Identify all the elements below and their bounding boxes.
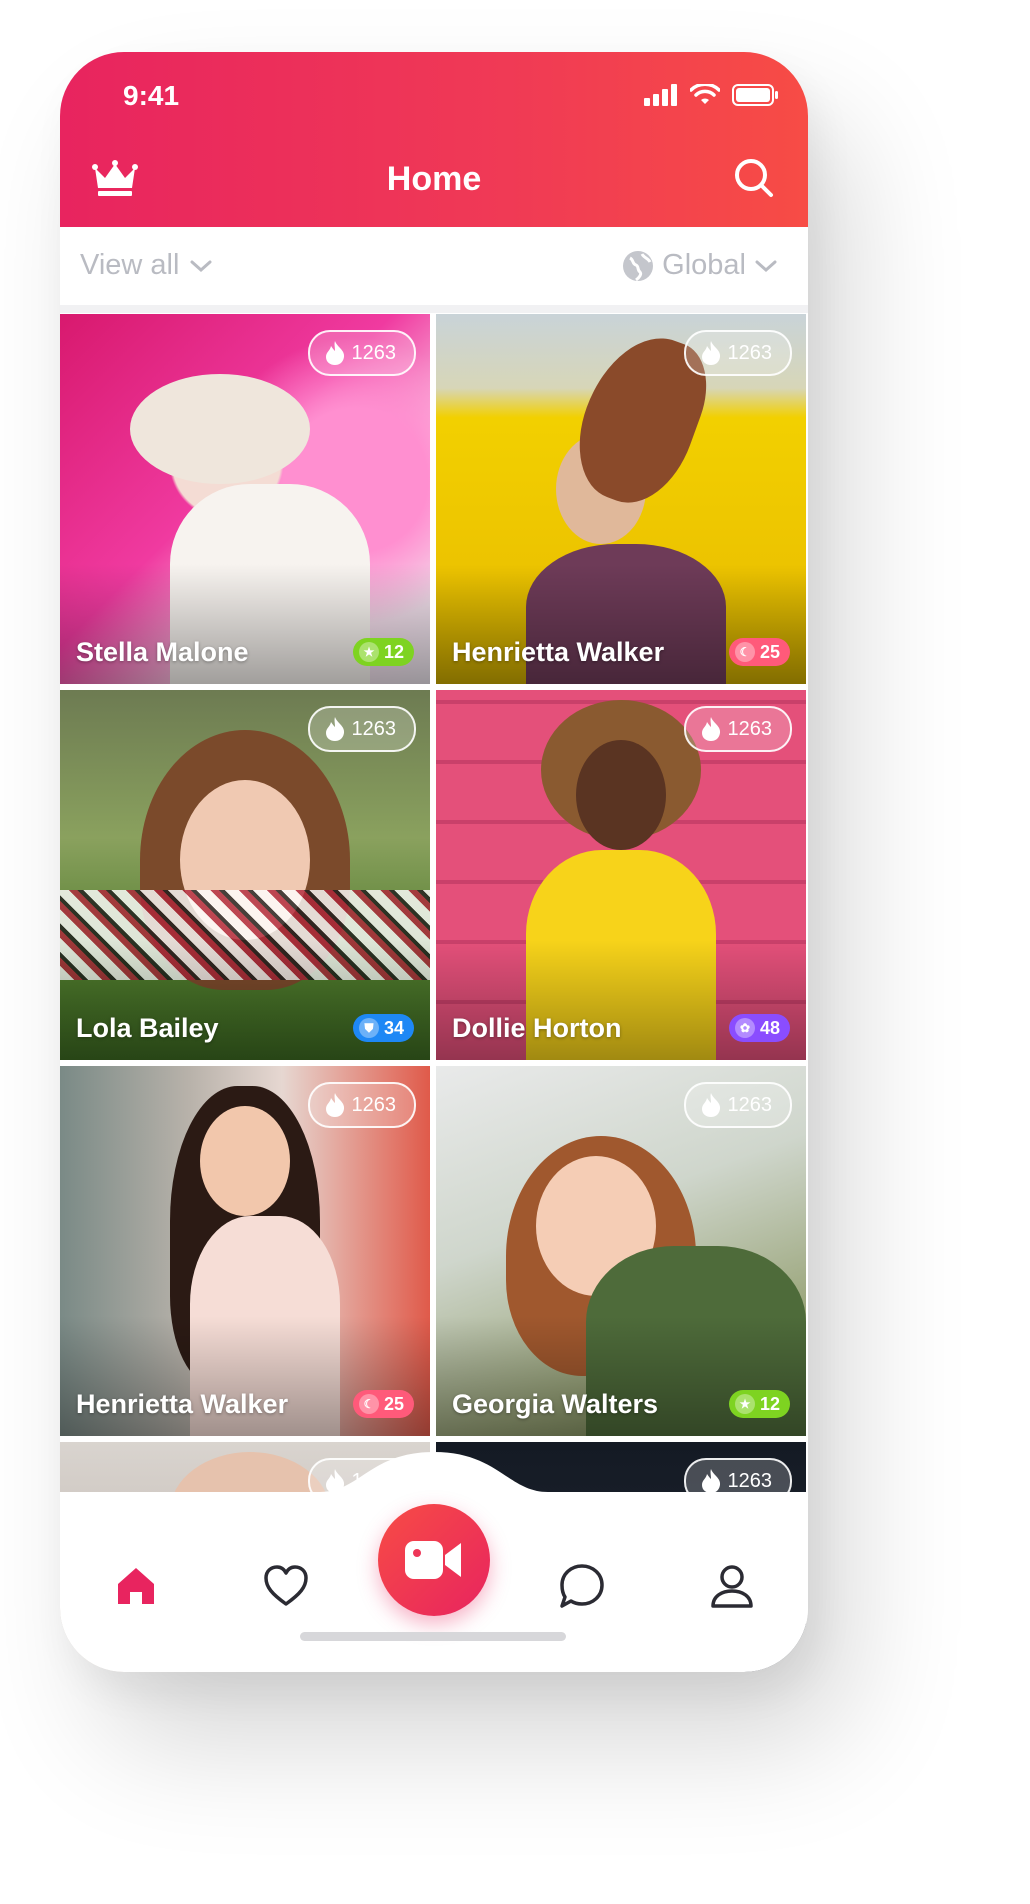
likes-count: 1263 xyxy=(351,1093,397,1116)
likes-count: 1263 xyxy=(351,717,397,740)
profile-name: Stella Malone xyxy=(76,637,249,667)
wifi-icon xyxy=(690,84,720,104)
profile-name: Georgia Walters xyxy=(452,1389,659,1419)
go-live-button[interactable] xyxy=(378,1504,490,1616)
level-value: 25 xyxy=(383,1393,404,1414)
phone-frame: 9:41 Home View all Global 1263 Stella Ma… xyxy=(60,52,808,1672)
likes-pill: 1263 xyxy=(307,330,416,376)
profile-photo xyxy=(576,740,666,850)
profile-name: Dollie Horton xyxy=(452,1013,622,1043)
star-icon: ★ xyxy=(734,1394,755,1414)
heart-icon[interactable] xyxy=(262,1562,310,1610)
globe-icon xyxy=(623,250,654,281)
level-value: 48 xyxy=(759,1017,780,1038)
likes-pill: 1263 xyxy=(307,706,416,752)
level-badge: ☾ 25 xyxy=(352,1390,414,1418)
status-time: 9:41 xyxy=(123,80,180,111)
likes-pill: 1263 xyxy=(683,706,792,752)
flame-icon xyxy=(701,717,720,741)
likes-count: 1263 xyxy=(727,1093,773,1116)
moon-icon: ☾ xyxy=(734,642,755,662)
paw-icon: ✿ xyxy=(734,1018,755,1038)
region-label: Global xyxy=(662,249,746,281)
moon-icon: ☾ xyxy=(358,1394,379,1414)
view-all-label: View all xyxy=(80,249,180,281)
profile-card[interactable]: 1263 Lola Bailey ⛊ 34 xyxy=(60,690,430,1060)
profile-card[interactable]: 1263 Stella Malone ★ 12 xyxy=(60,314,430,684)
profile-card[interactable]: 1263 Georgia Walters ★ 12 xyxy=(436,1066,806,1436)
flame-icon xyxy=(325,341,344,365)
profile-name: Henrietta Walker xyxy=(452,637,665,667)
level-value: 12 xyxy=(759,1393,780,1414)
likes-pill: 1263 xyxy=(307,1082,416,1128)
level-badge: ☾ 25 xyxy=(728,638,790,666)
app-header: 9:41 Home xyxy=(60,52,808,227)
search-icon[interactable] xyxy=(732,156,774,198)
level-badge: ⛊ 34 xyxy=(352,1014,414,1042)
level-value: 34 xyxy=(383,1017,404,1038)
profile-name: Henrietta Walker xyxy=(76,1389,289,1419)
flame-icon xyxy=(325,717,344,741)
chat-icon[interactable] xyxy=(558,1562,606,1610)
flame-icon xyxy=(701,1093,720,1117)
level-value: 25 xyxy=(759,641,780,662)
flame-icon xyxy=(325,1093,344,1117)
profile-photo xyxy=(130,374,310,484)
likes-count: 1263 xyxy=(727,717,773,740)
chevron-down-icon xyxy=(190,260,212,272)
likes-pill: 1263 xyxy=(683,1082,792,1128)
level-value: 12 xyxy=(383,641,404,662)
page-title: Home xyxy=(386,160,482,198)
flame-icon xyxy=(701,341,720,365)
profile-card[interactable]: 1263 Dollie Horton ✿ 48 xyxy=(436,690,806,1060)
level-badge: ★ 12 xyxy=(728,1390,790,1418)
profile-name: Lola Bailey xyxy=(76,1013,219,1043)
likes-pill: 1263 xyxy=(683,330,792,376)
profile-photo xyxy=(200,1106,290,1216)
profile-icon[interactable] xyxy=(708,1562,756,1610)
level-badge: ★ 12 xyxy=(352,638,414,666)
home-indicator xyxy=(300,1632,566,1641)
likes-count: 1263 xyxy=(351,341,397,364)
region-dropdown[interactable]: Global xyxy=(622,249,778,282)
star-icon: ★ xyxy=(358,642,379,662)
chevron-down-icon xyxy=(755,260,777,272)
filter-bar: View all Global xyxy=(60,227,808,313)
video-camera-icon xyxy=(405,1541,461,1579)
view-all-dropdown[interactable]: View all xyxy=(80,249,213,282)
signal-icon xyxy=(644,84,677,106)
level-badge: ✿ 48 xyxy=(728,1014,790,1042)
home-icon[interactable] xyxy=(112,1562,160,1610)
battery-icon xyxy=(732,84,778,106)
status-icons xyxy=(644,84,778,106)
shield-icon: ⛊ xyxy=(358,1018,379,1038)
likes-count: 1263 xyxy=(727,341,773,364)
profile-card[interactable]: 1263 Henrietta Walker ☾ 25 xyxy=(60,1066,430,1436)
profile-card[interactable]: 1263 Henrietta Walker ☾ 25 xyxy=(436,314,806,684)
